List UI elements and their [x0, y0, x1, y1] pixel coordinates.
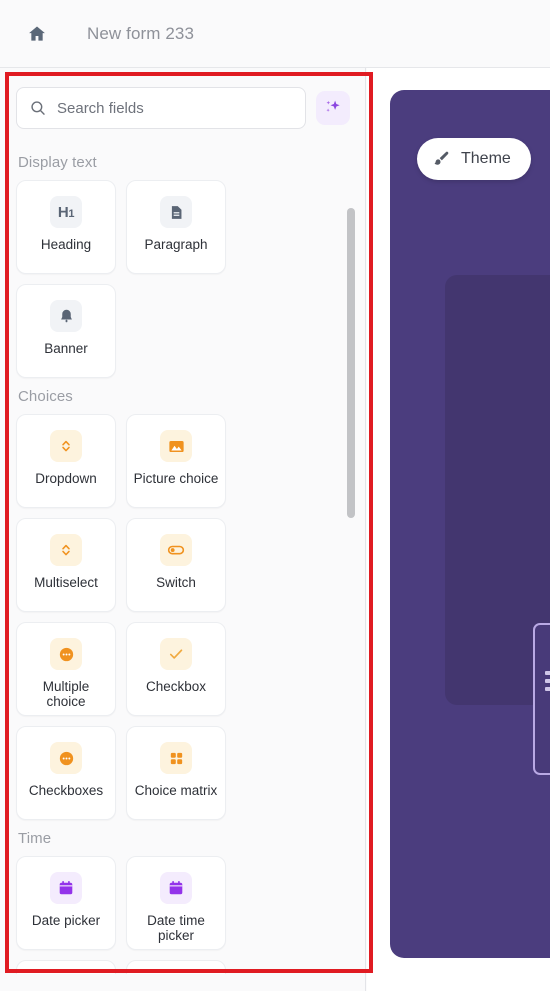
chevron-updown-icon — [62, 544, 70, 556]
ai-assist-button[interactable] — [316, 91, 350, 125]
field-card-label: Picture choice — [133, 471, 219, 486]
field-card-banner[interactable]: Banner — [16, 284, 116, 378]
field-card-label: Dropdown — [35, 471, 97, 486]
field-card-label: Heading — [40, 237, 92, 252]
field-card-dropdown[interactable]: Dropdown — [16, 414, 116, 508]
section-title-display-text: Display text — [18, 154, 97, 171]
calendar-icon — [169, 880, 183, 895]
chevron-updown-icon — [62, 440, 70, 452]
paintbrush-icon — [434, 151, 449, 165]
search-row — [0, 78, 365, 138]
field-card-time-picker[interactable]: Time picker — [16, 960, 116, 974]
field-card-label: Date time picker — [147, 913, 205, 943]
paragraph-document-icon — [171, 205, 181, 219]
fields-scrollbar-thumb[interactable] — [347, 208, 355, 518]
form-preview-panel: Theme — [390, 90, 550, 958]
field-card-label: Switch — [156, 575, 196, 590]
field-card-date-time-picker[interactable]: Date time picker — [126, 856, 226, 950]
field-card-heading[interactable]: H1 Heading — [16, 180, 116, 274]
calendar-icon — [59, 880, 73, 895]
page-title: New form 233 — [87, 23, 195, 43]
preview-field-card[interactable] — [533, 623, 550, 775]
image-icon — [168, 440, 184, 452]
field-card-switch[interactable]: Switch — [126, 518, 226, 612]
grid-2x2-icon — [170, 752, 182, 764]
field-card-paragraph[interactable]: Paragraph — [126, 180, 226, 274]
field-card-label: Banner — [44, 341, 88, 356]
field-card-label: Paragraph — [144, 237, 208, 252]
section-grid-display-text: H1 Heading Paragraph Banner — [16, 180, 334, 378]
toggle-switch-icon — [167, 545, 185, 555]
section-grid-time: Date picker Date time picker — [16, 856, 334, 974]
theme-button-label: Theme — [461, 150, 511, 167]
field-card-multiselect[interactable]: Multiselect — [16, 518, 116, 612]
field-card-label: Choice matrix — [134, 783, 218, 798]
field-card-picture-choice[interactable]: Picture choice — [126, 414, 226, 508]
field-card-checkboxes[interactable]: Checkboxes — [16, 726, 116, 820]
home-icon — [29, 26, 45, 41]
drag-dots-icon[interactable] — [545, 671, 550, 691]
field-card-label: Multiple choice — [42, 679, 90, 709]
search-input[interactable] — [57, 99, 293, 117]
field-card-checkbox[interactable]: Checkbox — [126, 622, 226, 716]
search-icon — [31, 101, 45, 115]
app-root: New form 233 Di — [0, 0, 550, 991]
fields-panel: Display text H1 Heading — [0, 68, 366, 991]
field-card-label: Date picker — [31, 913, 101, 928]
heading-h1-icon: H1 — [50, 196, 82, 228]
field-card-label: Checkbox — [145, 679, 207, 694]
theme-button[interactable]: Theme — [417, 138, 531, 180]
field-card-label: Multiselect — [34, 575, 98, 590]
section-grid-choices: Dropdown Picture choice Multiselect Swit… — [16, 414, 334, 820]
app-header: New form 233 — [0, 0, 550, 68]
check-icon — [169, 649, 183, 659]
field-card-choice-matrix[interactable]: Choice matrix — [126, 726, 226, 820]
radio-dots-icon — [59, 647, 73, 661]
radio-dots-icon — [59, 751, 73, 765]
bell-icon — [60, 309, 72, 322]
field-card-date-range[interactable]: Date range — [126, 960, 226, 974]
field-card-multiple-choice[interactable]: Multiple choice — [16, 622, 116, 716]
section-title-choices: Choices — [18, 388, 73, 405]
field-card-date-picker[interactable]: Date picker — [16, 856, 116, 950]
form-preview-area: Theme — [367, 68, 550, 991]
sparkle-ai-icon — [326, 100, 340, 112]
home-button[interactable] — [22, 19, 52, 49]
field-card-label: Checkboxes — [28, 783, 104, 798]
fields-scroll-region[interactable]: Display text H1 Heading Paragraph Banner… — [0, 136, 365, 974]
search-box[interactable] — [16, 87, 306, 129]
section-title-time: Time — [18, 830, 52, 847]
